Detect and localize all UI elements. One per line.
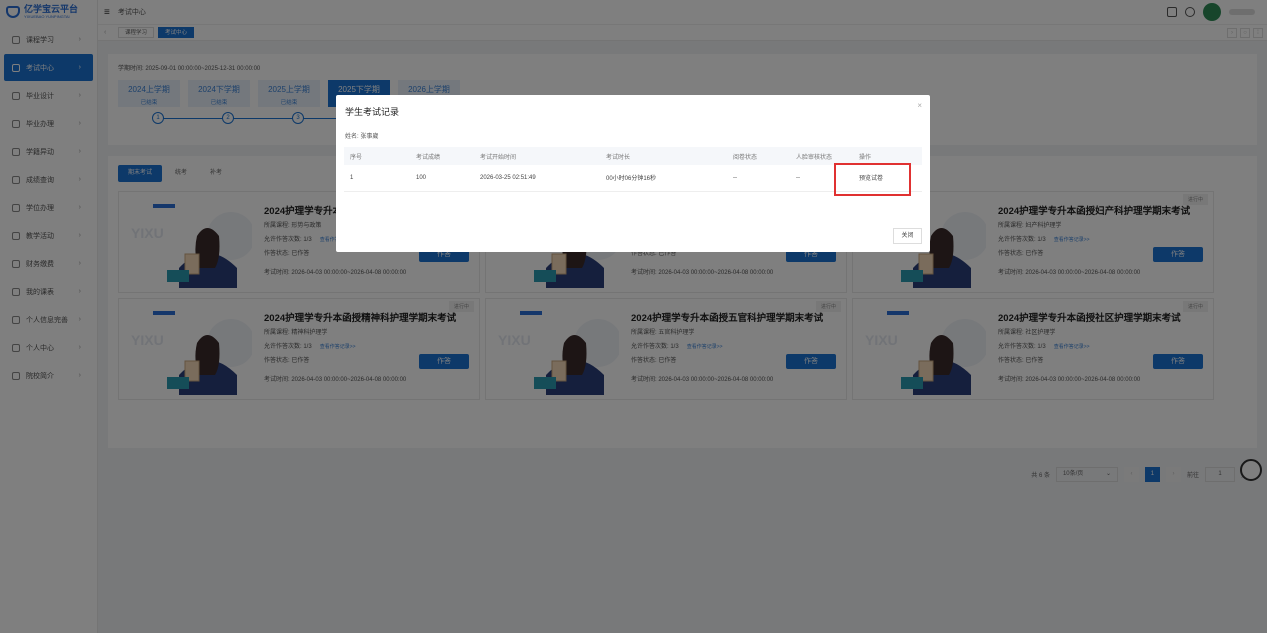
table-header-cell: 序号 (344, 147, 410, 165)
table-cell: 100 (410, 165, 474, 192)
modal-title: 学生考试记录 (345, 107, 400, 117)
table-cell: -- (727, 165, 790, 192)
table-header-cell: 阅卷状态 (727, 147, 790, 165)
table-cell: 2026-03-25 02:51:49 (474, 165, 600, 192)
close-button[interactable]: 关闭 (893, 228, 922, 244)
table-header-cell: 考试成绩 (410, 147, 474, 165)
table-header-cell: 考试时长 (600, 147, 727, 165)
table-cell: 1 (344, 165, 410, 192)
highlight-box (834, 163, 911, 196)
table-cell: 00小时06分钟16秒 (600, 165, 727, 192)
student-name: 姓名: 张事崴 (345, 134, 379, 140)
table-header-cell: 考试开始时间 (474, 147, 600, 165)
close-icon[interactable]: × (917, 101, 922, 110)
exam-record-modal: 学生考试记录 × 姓名: 张事崴 序号 考试成绩 考试开始时间 考试时长 阅卷状态 人脸审… (336, 95, 930, 252)
